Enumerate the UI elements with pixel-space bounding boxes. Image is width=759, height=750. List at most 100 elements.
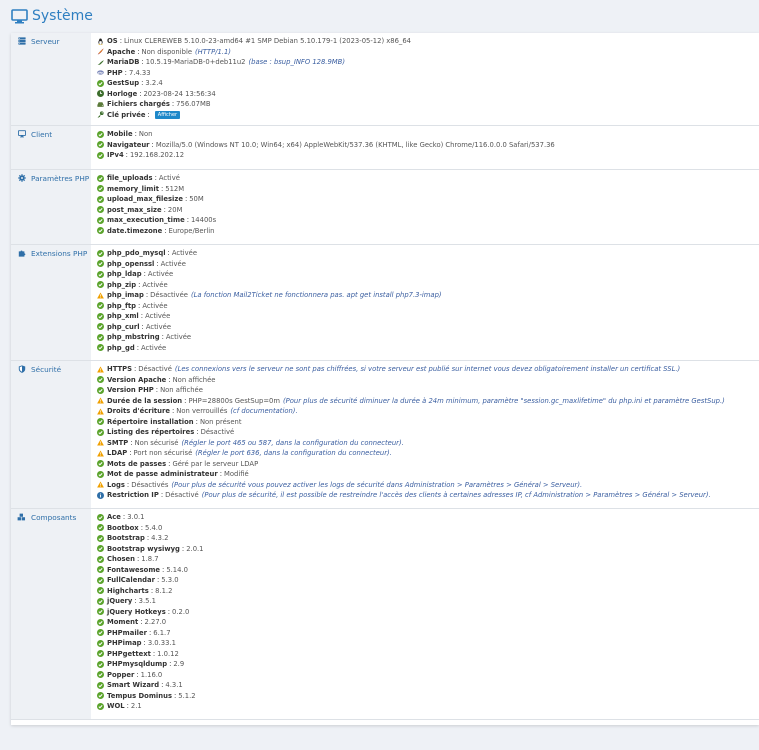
info-row: SMTP: Non sécurisé (Régler le port 465 ou … [97, 438, 759, 449]
check-icon [97, 302, 104, 310]
section-client: Client Mobile: Non Navigateur: Mozilla/5.0 (… [11, 126, 759, 170]
info-key: LDAP [107, 449, 128, 457]
info-row: GestSup:3.2.4 [97, 78, 759, 89]
info-value: 3.0.1 [127, 513, 145, 521]
key-separator: : [184, 396, 187, 405]
check-icon [97, 418, 104, 426]
info-row: max_execution_time:14400s [97, 215, 759, 226]
cog-icon [17, 173, 26, 182]
info-row: PHPmailer:6.1.7 [97, 628, 759, 639]
check-icon [97, 376, 104, 384]
info-value: 2023-08-24 13:56:34 [143, 89, 216, 98]
info-value: Activée [141, 343, 167, 352]
check-icon [97, 151, 104, 159]
info-value: 5.4.0 [145, 523, 163, 532]
check-icon [97, 216, 104, 224]
key-separator: : [156, 259, 159, 268]
key-separator: : [140, 618, 143, 626]
info-row: Mots de passes: Géré par le serveur LDAP [97, 459, 759, 470]
info-key: PHPimap [107, 639, 142, 647]
key-separator: : [126, 702, 129, 710]
info-value: 5.1.2 [178, 691, 196, 700]
info-value: Non [138, 130, 153, 138]
check-icon [97, 386, 104, 394]
info-value: 1.16.0 [140, 670, 163, 679]
info-key: Popper [107, 670, 135, 679]
warning-icon [97, 397, 104, 404]
system-info-panel: Serveur OS: Linux CLEREWEB 5.10.0-23-amd64… [11, 33, 759, 725]
key-separator: : [195, 417, 198, 426]
info-row: jQuery:3.5.1 [97, 596, 759, 607]
hdd-icon [97, 101, 104, 108]
key-separator: : [161, 681, 164, 689]
info-value: 20M [167, 205, 183, 214]
info-row: php_ldap: Activée [97, 269, 759, 280]
info-key: Restriction IP [107, 491, 159, 499]
info-value: 3.2.4 [145, 79, 163, 87]
check-icon [97, 270, 104, 278]
info-key: upload_max_filesize [107, 195, 183, 203]
section-body-php: file_uploads: Activé memory_limit:512M uplo… [91, 170, 759, 244]
section-serveur: Serveur OS: Linux CLEREWEB 5.10.0-23-amd64… [11, 33, 759, 126]
info-key: Mot de passe administrateur [107, 470, 218, 478]
info-key: IPv4 [107, 151, 124, 159]
info-key: PHP [107, 68, 123, 77]
check-icon [97, 470, 104, 478]
info-value: 4.3.1 [165, 681, 183, 689]
info-value: Activée [142, 280, 168, 289]
info-note: (Régler le port 465 ou 587, dans la conf… [181, 438, 404, 447]
info-row: Apache: Non disponible (HTTP/1.1) [97, 47, 759, 58]
key-separator: : [160, 184, 164, 193]
check-icon [97, 79, 104, 87]
check-icon [97, 650, 104, 658]
info-row: php_mbstring: Activée [97, 332, 759, 343]
info-value: 2.1 [130, 702, 142, 710]
info-value: Non sécurisé [134, 438, 179, 447]
section-body-client: Mobile: Non Navigateur: Mozilla/5.0 (Window… [91, 126, 759, 169]
info-row: php_zip: Activée [97, 280, 759, 291]
key-separator: : [219, 470, 223, 478]
cubes-icon [17, 513, 26, 520]
key-separator: : [138, 280, 141, 289]
show-private-key-button[interactable]: Afficher [154, 110, 181, 119]
info-value: Europe/Berlin [168, 226, 215, 235]
info-key: php_zip [107, 280, 137, 289]
info-row: Répertoire installation: Non présent [97, 417, 759, 428]
info-row: Fichiers chargés:756.07MB [97, 99, 759, 110]
info-row: php_pdo_mysql: Activée [97, 248, 759, 259]
info-row: php_openssl: Activée [97, 259, 759, 270]
info-row: Bootstrap wysiwyg:2.0.1 [97, 544, 759, 555]
key-separator: : [181, 544, 185, 553]
info-note: (base : bsup_INFO 128.9MB) [248, 58, 345, 66]
section-body-composants: Ace:3.0.1 Bootbox:5.4.0 Bootstrap:4.3.2 Boo… [91, 509, 759, 719]
info-key: Mobile [107, 130, 133, 138]
check-icon [97, 323, 104, 331]
info-note: (HTTP/1.1) [195, 47, 231, 56]
info-value: 8.1.2 [155, 586, 173, 595]
info-note: (Pour plus de sécurité, il est possible … [201, 491, 711, 499]
info-value: 0.2.0 [172, 607, 190, 616]
key-separator: : [167, 249, 170, 257]
info-value: Activée [145, 312, 171, 320]
info-value: 10.5.19-MariaDB-0+deb11u2 [145, 58, 246, 66]
check-icon [97, 629, 104, 637]
key-separator: : [156, 576, 160, 584]
info-row: php_ftp: Activée [97, 301, 759, 312]
info-value: Modifié [224, 470, 249, 478]
page-title-text: Système [32, 8, 93, 24]
key-separator: : [160, 491, 164, 499]
info-key: Tempus Dominus [107, 691, 172, 700]
check-icon [97, 513, 104, 521]
shield-icon [17, 364, 26, 373]
info-value: Géré par le serveur LDAP [172, 459, 259, 468]
info-key: Mots de passes [107, 459, 167, 468]
info-value: Non disponible [141, 47, 193, 56]
info-key: php_imap [107, 291, 144, 299]
key-separator: : [129, 449, 132, 457]
info-key: Bootstrap [107, 534, 145, 542]
section-label-php: Paramètres PHP [11, 170, 91, 244]
info-row: php_gd: Activée [97, 343, 759, 354]
key-separator: : [152, 649, 156, 658]
info-row: file_uploads: Activé [97, 173, 759, 184]
key-separator: : [141, 322, 144, 331]
